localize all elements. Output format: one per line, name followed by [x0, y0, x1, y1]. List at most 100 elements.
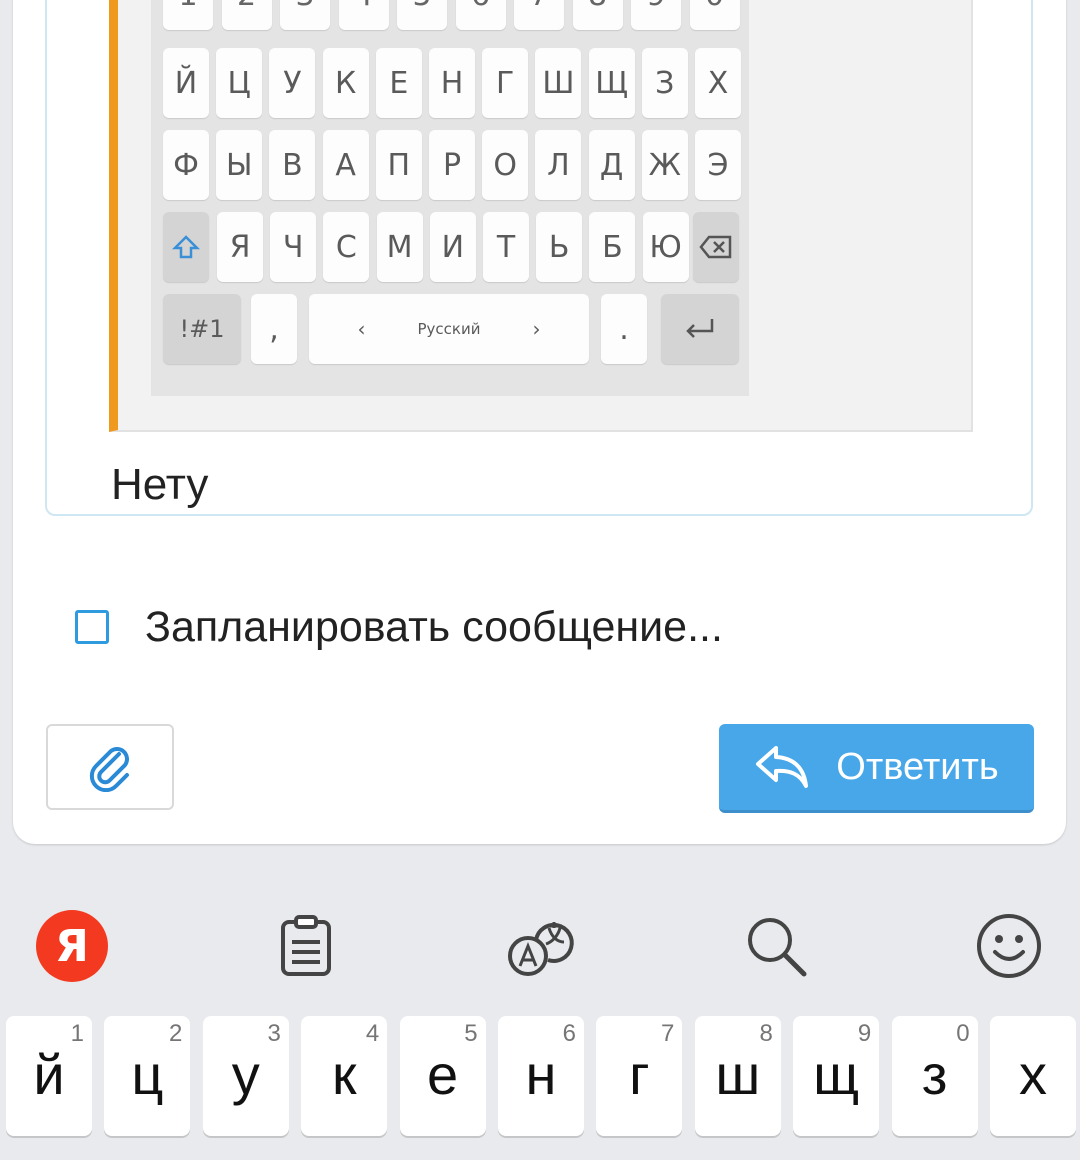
schedule-checkbox[interactable]	[75, 610, 109, 644]
screenshot-letter-key: Э	[695, 130, 741, 200]
screenshot-enter-key	[661, 294, 739, 364]
screenshot-letter-key: З	[641, 48, 688, 118]
key-label: е	[427, 1043, 459, 1106]
screenshot-number-key: 2	[221, 0, 272, 30]
screenshot-letter-key: Б	[589, 212, 636, 282]
keyboard-key[interactable]: 4к	[301, 1016, 388, 1136]
quoted-message: 1234567890 ЙЦУКЕНГШЩЗХ ФЫВАПРОЛДЖЭ ЯЧСМИТЬБ…	[109, 0, 973, 432]
screenshot-letter-key: Х	[695, 48, 741, 118]
screenshot-comma-key: ,	[251, 294, 297, 364]
key-label: ц	[131, 1043, 164, 1106]
screenshot-number-key: 9	[631, 0, 681, 30]
screenshot-letter-key: Ц	[216, 48, 263, 118]
key-label: х	[1019, 1043, 1047, 1106]
clipboard-icon	[281, 915, 331, 976]
screenshot-number-key: 1	[163, 0, 213, 30]
screenshot-letter-key: М	[376, 212, 423, 282]
keyboard-key[interactable]: 3у	[202, 1016, 289, 1136]
translate-game-button[interactable]	[506, 910, 576, 980]
reply-button[interactable]: Ответить	[719, 724, 1034, 813]
keyboard-key[interactable]: 2ц	[104, 1016, 191, 1136]
translate-icon	[508, 922, 574, 976]
screenshot-space-key: ‹ Русский ›	[309, 294, 589, 364]
screenshot-number-key: 8	[572, 0, 623, 30]
screenshot-letter-key: И	[429, 212, 476, 282]
key-label: й	[33, 1043, 65, 1106]
screenshot-letter-key: Д	[588, 130, 635, 200]
screenshot-letter-key: Ю	[642, 212, 689, 282]
screenshot-space-right: ›	[532, 317, 541, 341]
screenshot-symbols-key: !#1	[163, 294, 241, 364]
screenshot-number-key: 3	[280, 0, 330, 30]
keyboard-key[interactable]: 9щ	[793, 1016, 880, 1136]
search-icon	[748, 918, 807, 977]
keyboard-key[interactable]: 5е	[399, 1016, 486, 1136]
screenshot-letter-key: Ь	[536, 212, 583, 282]
emoji-icon	[977, 914, 1041, 978]
emoji-button[interactable]	[975, 912, 1043, 980]
attached-keyboard-screenshot: 1234567890 ЙЦУКЕНГШЩЗХ ФЫВАПРОЛДЖЭ ЯЧСМИТЬБ…	[151, 0, 749, 396]
yandex-logo-button[interactable]: Я	[36, 910, 108, 982]
screenshot-letter-key: Е	[375, 48, 422, 118]
clipboard-button[interactable]	[278, 914, 334, 978]
shift-icon	[172, 235, 200, 259]
screenshot-letter-key: Я	[217, 212, 263, 282]
attach-button[interactable]	[46, 724, 174, 810]
screenshot-letter-key: В	[269, 130, 316, 200]
keyboard-key[interactable]: 8ш	[694, 1016, 781, 1136]
screenshot-letter-key: Н	[429, 48, 475, 118]
screenshot-letter-key: Ш	[535, 48, 582, 118]
key-label: у	[231, 1043, 260, 1106]
screenshot-number-key: 6	[455, 0, 506, 30]
search-button[interactable]	[744, 914, 808, 978]
screenshot-letter-key: П	[375, 130, 422, 200]
keyboard-key[interactable]: 6н	[498, 1016, 584, 1136]
screenshot-letter-key: Ы	[216, 130, 263, 200]
keyboard-key[interactable]: х	[990, 1016, 1076, 1136]
keyboard-key[interactable]: 7г	[596, 1016, 683, 1136]
key-label: з	[921, 1043, 948, 1106]
key-label: щ	[813, 1043, 860, 1106]
paperclip-icon	[89, 747, 129, 792]
key-label: г	[629, 1043, 650, 1106]
backspace-icon	[699, 235, 732, 259]
reply-button-label: Ответить	[836, 745, 999, 788]
screenshot-letter-key: Л	[535, 130, 582, 200]
screenshot-letter-key: А	[322, 130, 369, 200]
screenshot-shift-key	[163, 212, 209, 282]
key-label: ш	[715, 1043, 761, 1106]
screenshot-number-key: 7	[514, 0, 564, 30]
schedule-label: Запланировать сообщение...	[145, 602, 723, 651]
screenshot-letter-key: С	[323, 212, 370, 282]
screenshot-period-key: .	[601, 294, 647, 364]
screenshot-letter-key: Р	[429, 130, 475, 200]
key-label: к	[331, 1043, 357, 1106]
reply-composer: 1234567890 ЙЦУКЕНГШЩЗХ ФЫВАПРОЛДЖЭ ЯЧСМИТЬБ…	[13, 0, 1066, 844]
schedule-message-option[interactable]: Запланировать сообщение...	[75, 602, 723, 652]
keyboard-key[interactable]: 0з	[891, 1016, 978, 1136]
screenshot-number-key: 5	[397, 0, 447, 30]
screenshot-letter-key: Щ	[588, 48, 635, 118]
keyboard-letter-row: 1й2ц3у4к5е6н7г8ш9щ0з х	[0, 1014, 1080, 1160]
reply-text[interactable]: Нету	[111, 460, 208, 510]
screenshot-letter-key: Т	[483, 212, 529, 282]
screenshot-letter-key: Ч	[270, 212, 317, 282]
screenshot-space-label: Русский	[417, 320, 481, 338]
screenshot-letter-key: К	[322, 48, 369, 118]
keyboard-key[interactable]: 1й	[6, 1016, 92, 1136]
screenshot-letter-key: Ж	[641, 130, 688, 200]
screenshot-number-key: 4	[338, 0, 389, 30]
key-label: н	[525, 1043, 557, 1106]
screenshot-letter-key: Й	[163, 48, 209, 118]
screenshot-letter-key: Г	[482, 48, 529, 118]
enter-icon	[686, 319, 714, 338]
keyboard-toolbar: Я	[0, 870, 1080, 1010]
message-editor[interactable]: 1234567890 ЙЦУКЕНГШЩЗХ ФЫВАПРОЛДЖЭ ЯЧСМИТЬБ…	[45, 0, 1033, 516]
yandex-icon: Я	[36, 910, 108, 982]
screenshot-letter-key: О	[482, 130, 529, 200]
screenshot-letter-key: У	[269, 48, 316, 118]
screenshot-space-left: ‹	[357, 317, 366, 341]
screenshot-letter-key: Ф	[163, 130, 209, 200]
screenshot-number-key: 0	[689, 0, 740, 30]
reply-icon	[756, 746, 809, 788]
